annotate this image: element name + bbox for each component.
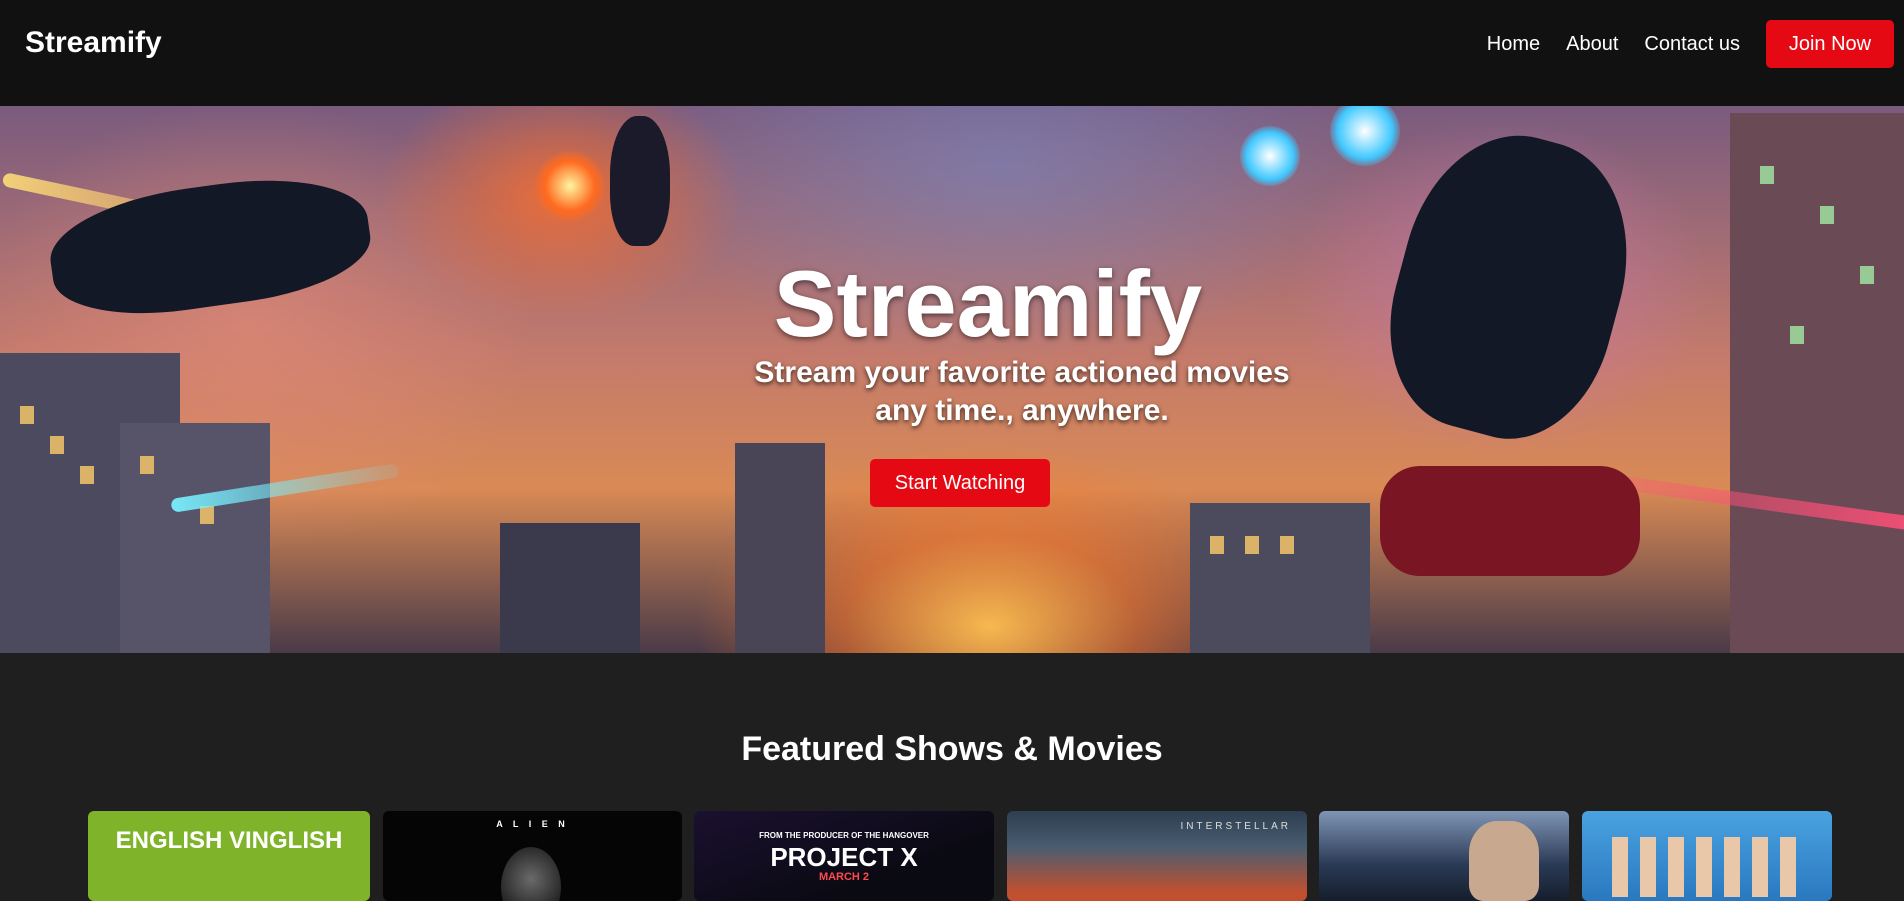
join-now-button[interactable]: Join Now — [1766, 20, 1894, 68]
start-watching-button[interactable]: Start Watching — [870, 459, 1050, 507]
portrait-shape — [1469, 821, 1539, 901]
fireball-orb — [535, 151, 605, 221]
top-navbar: Streamify Home About Contact us Join Now — [0, 0, 1904, 106]
movie-card-date: MARCH 2 — [818, 871, 870, 883]
window-light — [200, 506, 214, 524]
building-shape — [1190, 503, 1370, 653]
window-light — [1760, 166, 1774, 184]
nav-home-link[interactable]: Home — [1487, 33, 1540, 56]
nav-links: Home About Contact us Join Now — [1487, 20, 1894, 68]
building-shape — [735, 443, 825, 653]
window-light — [20, 406, 34, 424]
hero-title: Streamify — [773, 251, 1203, 356]
movie-card-tagline: FROM THE PRODUCER OF THE HANGOVER — [759, 831, 929, 840]
hero-subtitle: Stream your favorite actioned movies any… — [754, 356, 1290, 427]
group-photo-shape — [1612, 837, 1802, 897]
movie-card-title: ENGLISH VINGLISH — [115, 827, 343, 854]
building-shape — [500, 523, 640, 653]
window-light — [1210, 536, 1224, 554]
window-light — [1245, 536, 1259, 554]
building-shape — [1730, 113, 1904, 653]
window-light — [140, 456, 154, 474]
featured-section-title: Featured Shows & Movies — [741, 730, 1163, 768]
nav-contact-link[interactable]: Contact us — [1644, 33, 1740, 56]
window-light — [50, 436, 64, 454]
nav-about-link[interactable]: About — [1566, 33, 1618, 56]
brand-logo[interactable]: Streamify — [25, 26, 162, 60]
hero-banner: Streamify Stream your favorite actioned … — [0, 106, 1904, 653]
alien-egg-icon — [501, 847, 561, 901]
hero-figure — [610, 116, 670, 246]
window-light — [1820, 206, 1834, 224]
movie-card-title: A L I E N — [496, 819, 569, 829]
movie-card-title: PROJECT X — [770, 842, 918, 872]
hovercraft-shape — [1380, 466, 1640, 576]
window-light — [80, 466, 94, 484]
window-light — [1280, 536, 1294, 554]
thruster-orb — [1240, 126, 1300, 186]
thruster-orb — [1330, 106, 1400, 166]
movie-card-title: INTERSTELLAR — [1180, 821, 1291, 832]
